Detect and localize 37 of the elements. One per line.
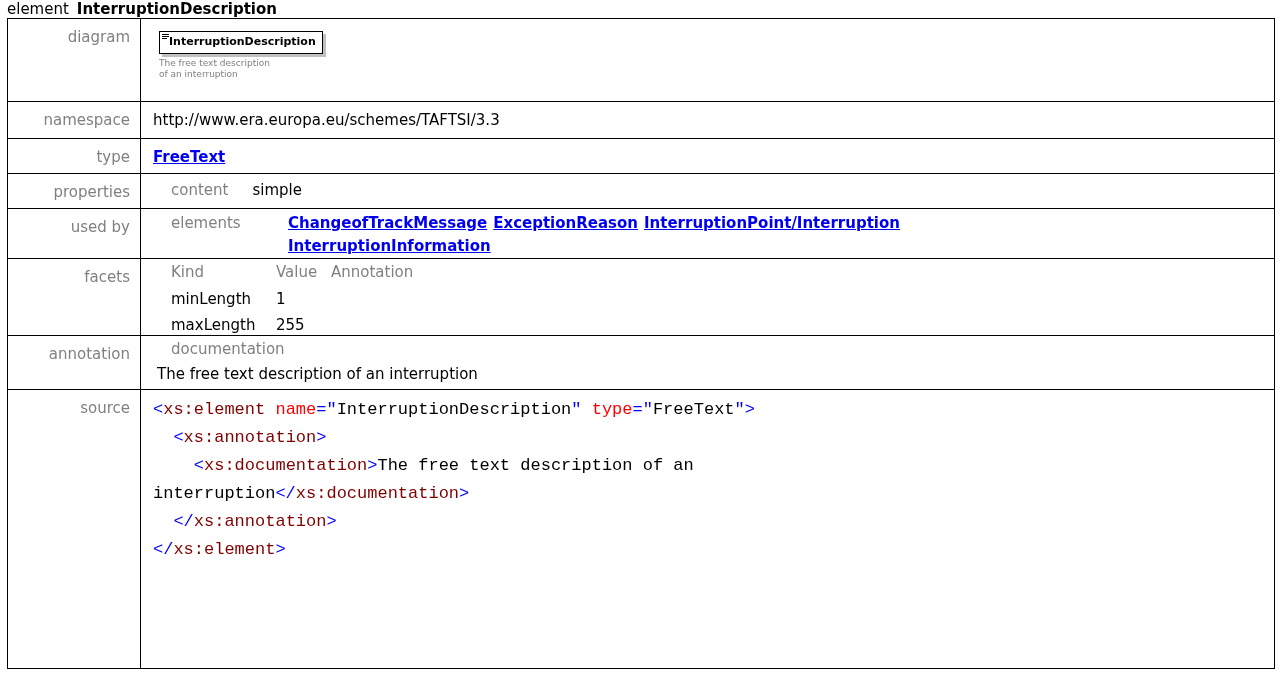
annotation-key: documentation — [171, 338, 1274, 361]
code-line: </xs:annotation> — [172, 511, 338, 533]
heading-title: InterruptionDescription — [76, 0, 277, 18]
property-key: content — [171, 179, 229, 208]
row-label: diagram — [67, 28, 130, 46]
column-header: Value — [276, 262, 319, 283]
code-line: interruption</xs:documentation> — [153, 483, 471, 505]
property-value: simple — [252, 180, 302, 201]
lines-icon — [162, 34, 169, 39]
row-label: source — [80, 399, 130, 417]
heading-prefix: element — [7, 0, 69, 18]
row-label: type — [96, 148, 130, 166]
link[interactable]: InterruptionInformation — [288, 235, 491, 258]
code-line: </xs:element> — [153, 539, 287, 561]
element-box: InterruptionDescription — [159, 31, 323, 54]
annotation-text: The free text description of an interruption — [157, 363, 479, 385]
facet-value: 1 — [276, 288, 287, 310]
row-label: namespace — [43, 111, 130, 129]
element-description: The free text description of an interruption — [159, 57, 271, 80]
row-label: annotation — [48, 345, 130, 363]
column-header: Annotation — [331, 262, 414, 283]
link[interactable]: ChangeofTrackMessage — [288, 212, 488, 235]
code-line: <xs:documentation>The free text description of an — [192, 455, 695, 477]
row-label: used by — [70, 218, 130, 236]
link[interactable]: FreeText — [153, 148, 226, 166]
link[interactable]: ExceptionReason — [493, 212, 638, 235]
facet-kind: minLength — [171, 288, 253, 310]
code-line: <xs:element name="InterruptionDescription" type="FreeText"> — [153, 399, 756, 421]
code-line: <xs:annotation> — [172, 427, 328, 449]
facet-value: 255 — [276, 315, 306, 336]
row-label: properties — [53, 183, 130, 201]
facet-kind: maxLength — [171, 315, 257, 336]
column-header: Kind — [171, 262, 206, 283]
row-label: facets — [84, 268, 130, 286]
namespace-value: http://www.era.europa.eu/schemes/TAFTSI/3.3 — [153, 111, 500, 129]
used-by-key: elements — [171, 212, 288, 258]
link[interactable]: InterruptionPoint/Interruption — [644, 212, 900, 235]
